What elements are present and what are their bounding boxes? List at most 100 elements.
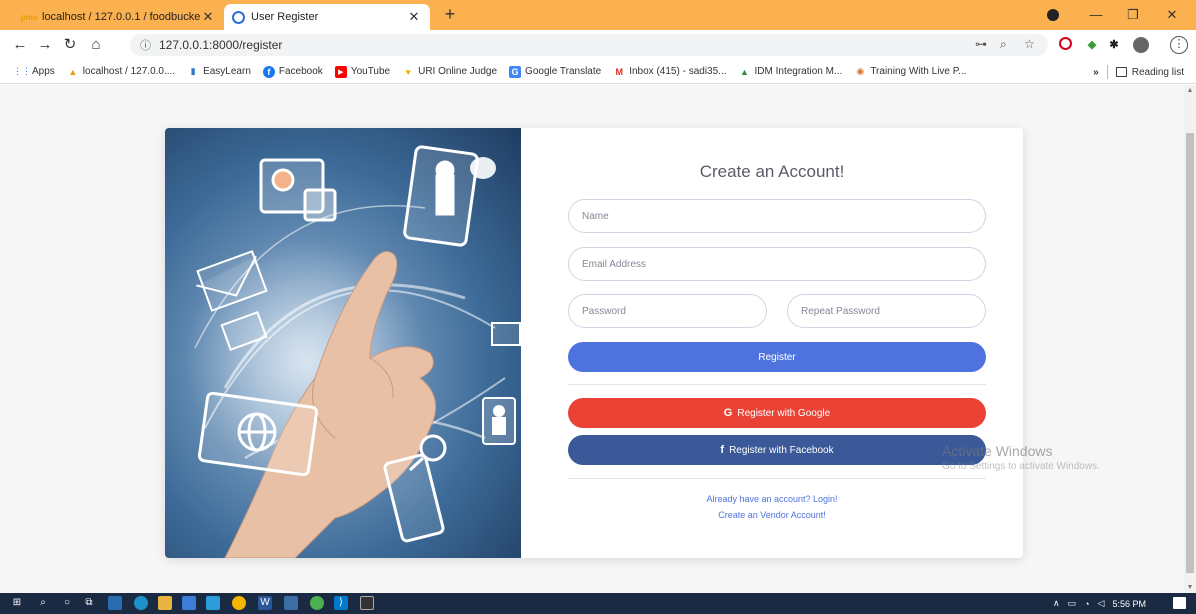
register-facebook-button[interactable]: f Register with Facebook: [568, 435, 986, 465]
page-title: Create an Account!: [699, 162, 845, 181]
restore-button[interactable]: ❐: [1123, 5, 1143, 25]
email-input[interactable]: Email Address: [568, 247, 986, 281]
bookmark-uri-judge[interactable]: ♥ URI Online Judge: [402, 66, 497, 78]
register-google-button[interactable]: G Register with Google: [568, 398, 986, 428]
bookmark-gmail[interactable]: M Inbox (415) - sadi35...: [613, 66, 726, 78]
key-icon[interactable]: ⊶: [975, 37, 987, 51]
extension-icon[interactable]: ◆: [1084, 37, 1100, 53]
bookmark-youtube[interactable]: ▶ YouTube: [334, 65, 390, 78]
mail-app-icon[interactable]: [108, 596, 122, 610]
page-viewport: Create an Account! Name Email Address Pa…: [0, 85, 1184, 593]
repeat-password-input[interactable]: Repeat Password: [787, 294, 986, 328]
scroll-down-icon[interactable]: ▼: [1184, 584, 1196, 591]
network-icon[interactable]: ▭: [1068, 598, 1077, 609]
page-scrollbar[interactable]: ▲ ▼: [1184, 85, 1196, 593]
register-card: Create an Account! Name Email Address Pa…: [165, 128, 1023, 558]
register-button[interactable]: Register: [568, 342, 986, 372]
volume-icon[interactable]: ◁: [1098, 598, 1105, 609]
bookmark-facebook[interactable]: f Facebook: [262, 65, 323, 78]
easylearn-icon: ▮: [190, 66, 196, 76]
register-form: Create an Account! Name Email Address Pa…: [521, 128, 1023, 558]
tab-user-register[interactable]: User Register ✕: [224, 4, 430, 30]
puzzle-extensions-icon[interactable]: ✱: [1106, 37, 1122, 53]
home-icon[interactable]: ⌂: [86, 35, 106, 55]
gmail-icon: M: [615, 66, 623, 77]
app-icon[interactable]: [310, 596, 324, 610]
bookmark-star-icon[interactable]: ☆: [1024, 37, 1035, 51]
vendor-account-link[interactable]: Create an Vendor Account!: [521, 510, 1023, 520]
activate-windows-watermark: Activate Windows Go to Settings to activ…: [942, 443, 1100, 472]
address-bar[interactable]: ⓘ 127.0.0.1:8000/register: [130, 34, 1048, 56]
close-window-button[interactable]: ✕: [1162, 5, 1182, 25]
google-translate-icon: G: [509, 65, 522, 78]
tab-title: localhost / 127.0.0.1 / foodbucke: [42, 11, 200, 23]
windows-start-icon[interactable]: ⊞: [10, 596, 24, 610]
facebook-icon: f: [262, 65, 275, 78]
edge-icon[interactable]: [134, 596, 148, 610]
phpmyadmin-icon: ▲: [68, 66, 78, 77]
reading-list-button[interactable]: Reading list: [1132, 67, 1184, 78]
bookmark-easylearn[interactable]: ▮ EasyLearn: [187, 66, 251, 78]
phpmyadmin-icon: pma: [20, 12, 38, 22]
terminal-icon[interactable]: [360, 596, 374, 610]
tab-title: User Register: [251, 11, 319, 23]
reload-icon[interactable]: ↻: [60, 35, 80, 55]
scroll-up-icon[interactable]: ▲: [1184, 87, 1196, 94]
reading-list-icon: [1115, 67, 1127, 77]
bookmark-google-translate[interactable]: G Google Translate: [509, 65, 601, 78]
forward-arrow-icon[interactable]: →: [35, 35, 55, 55]
bookmark-localhost[interactable]: ▲ localhost / 127.0.0....: [67, 66, 175, 78]
notification-icon[interactable]: [1173, 597, 1186, 609]
google-icon: G: [723, 407, 733, 419]
chevron-up-icon[interactable]: ∧: [1053, 598, 1060, 609]
bookmark-idm[interactable]: ▲ IDM Integration M...: [739, 66, 842, 78]
zoom-icon[interactable]: ⌕: [1000, 37, 1007, 52]
cortana-icon[interactable]: ○: [60, 596, 74, 610]
word-icon[interactable]: W: [258, 596, 272, 610]
system-tray: ∧ ▭ ◔ ◁ 5:56 PM: [1045, 593, 1146, 614]
site-info-icon[interactable]: ⓘ: [140, 37, 151, 53]
profile-icon[interactable]: [1047, 9, 1059, 21]
app-icon[interactable]: [284, 596, 298, 610]
app-icon[interactable]: [206, 596, 220, 610]
youtube-icon: ▶: [334, 65, 347, 78]
register-facebook-label: Register with Facebook: [729, 444, 834, 456]
windows-taskbar: ⊞ ⌕ ○ ⧉ W ⟩ ∧ ▭ ◔ ◁ 5:56 PM: [0, 593, 1196, 614]
back-arrow-icon[interactable]: ←: [10, 35, 30, 55]
wifi-icon[interactable]: ◔: [1084, 599, 1089, 609]
watermark-subtitle: Go to Settings to activate Windows.: [942, 461, 1100, 472]
new-tab-button[interactable]: +: [440, 5, 460, 25]
browser-menu-icon[interactable]: ⋮: [1170, 36, 1188, 54]
chrome-icon[interactable]: [232, 596, 246, 610]
store-icon[interactable]: [182, 596, 196, 610]
opera-extension-icon[interactable]: [1059, 37, 1072, 50]
login-link[interactable]: Already have an account? Login!: [521, 494, 1023, 504]
vscode-icon[interactable]: ⟩: [334, 596, 348, 610]
hero-image: [165, 128, 521, 558]
search-icon[interactable]: ⌕: [36, 596, 50, 610]
watermark-title: Activate Windows: [942, 443, 1053, 459]
file-explorer-icon[interactable]: [158, 596, 172, 610]
training-icon: ◉: [856, 66, 865, 76]
profile-avatar-icon[interactable]: [1133, 37, 1149, 53]
scroll-thumb[interactable]: [1186, 133, 1194, 573]
browser-toolbar: ← → ↻ ⌂ ⓘ 127.0.0.1:8000/register ⊶ ⌕ ☆ …: [0, 30, 1196, 60]
bookmarks-overflow-button[interactable]: »: [1093, 67, 1099, 78]
bookmark-training[interactable]: ◉ Training With Live P...: [854, 66, 966, 78]
password-input[interactable]: Password: [568, 294, 767, 328]
close-tab-icon[interactable]: ✕: [200, 9, 216, 25]
divider: [1106, 65, 1108, 79]
divider: [568, 478, 986, 479]
user-register-icon: [232, 10, 245, 24]
clock[interactable]: 5:56 PM: [1112, 599, 1146, 609]
hero-illustration: [185, 145, 521, 558]
task-view-icon[interactable]: ⧉: [82, 596, 96, 610]
tab-strip: pma localhost / 127.0.0.1 / foodbucke ✕ …: [0, 0, 1196, 30]
uri-judge-icon: ♥: [405, 66, 411, 77]
bookmark-apps[interactable]: ⋮⋮ Apps: [13, 66, 55, 78]
name-input[interactable]: Name: [568, 199, 986, 233]
minimize-button[interactable]: —: [1086, 5, 1106, 25]
close-tab-icon[interactable]: ✕: [406, 9, 422, 25]
apps-grid-icon: ⋮⋮: [13, 66, 31, 76]
tab-phpmyadmin[interactable]: pma localhost / 127.0.0.1 / foodbucke ✕: [14, 4, 224, 30]
